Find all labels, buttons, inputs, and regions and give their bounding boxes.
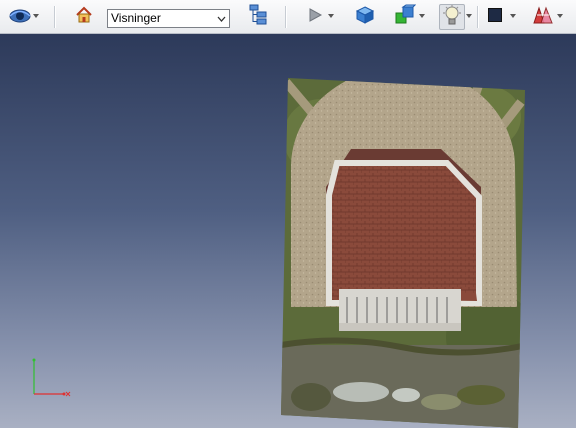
navigation-mode-dropdown[interactable] xyxy=(33,14,39,18)
toolbar-separator xyxy=(54,6,56,28)
navigation-mode-button[interactable] xyxy=(7,4,33,30)
toolbar-separator xyxy=(477,6,479,28)
orthophoto-model[interactable] xyxy=(281,77,527,428)
background-color-icon xyxy=(488,7,502,27)
views-select[interactable]: Visninger xyxy=(107,9,230,28)
lighting-dropdown[interactable] xyxy=(466,14,472,18)
background-color-dropdown[interactable] xyxy=(510,14,516,18)
play-animation-dropdown[interactable] xyxy=(328,14,334,18)
toolbar: Visninger xyxy=(0,0,576,34)
chevron-down-icon[interactable] xyxy=(214,10,229,27)
lighting-button[interactable] xyxy=(439,4,465,30)
bounding-box-button[interactable] xyxy=(352,4,378,30)
toolbar-separator xyxy=(285,6,287,28)
views-select-value: Visninger xyxy=(111,11,161,25)
objects-icon xyxy=(394,4,417,31)
home-view-button[interactable] xyxy=(72,4,96,30)
background-color-button[interactable] xyxy=(485,4,505,30)
rendering-style-dropdown[interactable] xyxy=(557,14,563,18)
play-animation-button[interactable] xyxy=(303,4,327,30)
play-icon xyxy=(307,7,323,28)
model-tree-icon xyxy=(248,4,268,31)
3d-viewport[interactable] xyxy=(0,34,576,428)
navigation-mode-icon xyxy=(8,6,32,29)
model-tree-button[interactable] xyxy=(246,4,270,30)
home-icon xyxy=(75,6,93,29)
cube-icon xyxy=(355,5,375,30)
axis-triad xyxy=(26,356,76,407)
object-visibility-button[interactable] xyxy=(392,4,418,30)
lighting-icon xyxy=(442,4,462,31)
rendering-style-button[interactable] xyxy=(530,4,556,30)
rendering-style-icon xyxy=(532,5,554,30)
object-visibility-dropdown[interactable] xyxy=(419,14,425,18)
